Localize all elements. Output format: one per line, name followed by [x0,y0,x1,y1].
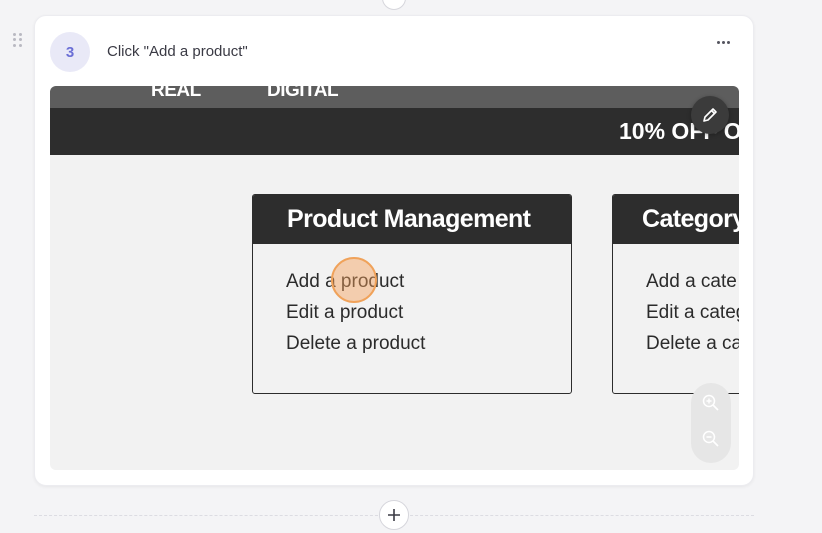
nav-item-digital: DIGITAL [267,86,339,101]
nav-item-real: REAL [151,86,201,101]
edit-category-link[interactable]: Edit a categ [646,297,739,328]
screenshot-nav-strip: REAL DIGITAL [50,86,739,108]
previous-step-connector[interactable] [382,0,406,10]
category-management-card: Category Add a cate Edit a categ Delete … [612,194,739,394]
pencil-icon[interactable] [691,96,729,134]
step-screenshot: REAL DIGITAL 10% OFF O Product Managemen… [50,86,739,470]
more-options-icon[interactable] [711,34,735,50]
step-number-badge: 3 [50,32,90,72]
add-category-link[interactable]: Add a cate [646,266,739,297]
product-management-card: Product Management Add a product Edit a … [252,194,572,394]
add-product-link[interactable]: Add a product [286,266,571,297]
plus-icon[interactable] [379,500,409,530]
product-management-title: Product Management [253,195,571,244]
click-target-marker [331,257,377,303]
delete-category-link[interactable]: Delete a ca [646,328,739,359]
delete-product-link[interactable]: Delete a product [286,328,571,359]
zoom-out-icon[interactable] [701,429,721,449]
zoom-in-icon[interactable] [701,393,721,413]
category-management-title: Category [613,195,739,244]
drag-handle-icon[interactable] [13,33,23,47]
edit-product-link[interactable]: Edit a product [286,297,571,328]
step-title[interactable]: Click "Add a product" [107,43,248,60]
zoom-controls [691,383,731,463]
step-card: 3 Click "Add a product" REAL DIGITAL 10%… [34,15,754,486]
promo-banner: 10% OFF O [50,108,739,155]
